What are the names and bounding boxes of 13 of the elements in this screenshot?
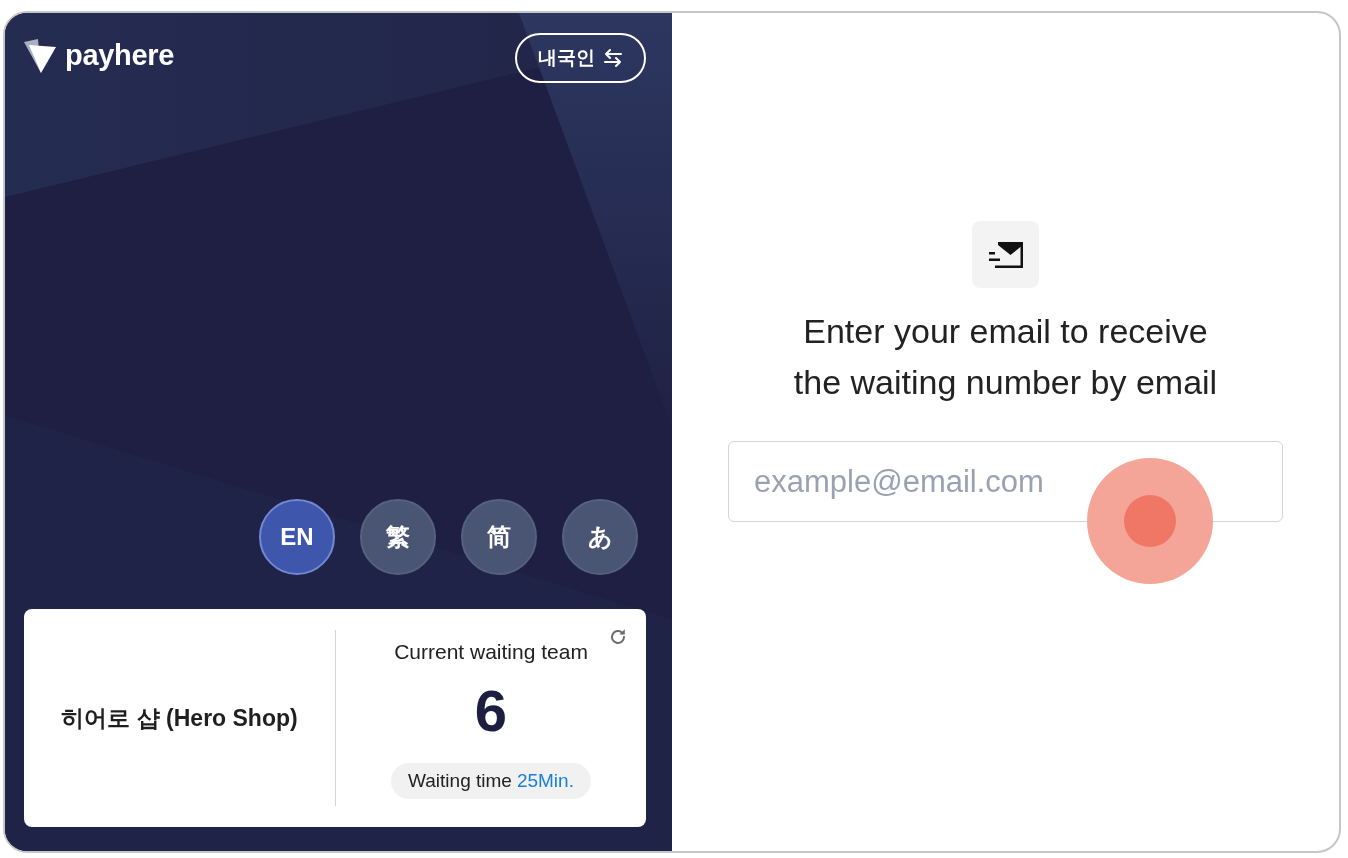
waiting-count: 6	[474, 681, 508, 741]
tap-indicator-icon	[1087, 458, 1213, 584]
email-prompt: Enter your email to receive the waiting number by email	[793, 311, 1218, 403]
logo-text: payhere	[65, 39, 175, 72]
waiting-label: Current waiting team	[394, 639, 588, 664]
residency-toggle-button[interactable]: 내국인	[515, 33, 646, 83]
store-name: 히어로 샵 (Hero Shop)	[61, 703, 298, 733]
waiting-time-label: Waiting time	[408, 770, 512, 792]
waiting-time-value: 25Min.	[516, 770, 574, 792]
swap-arrows-icon	[603, 49, 623, 67]
email-icon	[972, 221, 1039, 288]
logo-icon	[24, 38, 56, 73]
refresh-icon[interactable]	[609, 628, 627, 646]
